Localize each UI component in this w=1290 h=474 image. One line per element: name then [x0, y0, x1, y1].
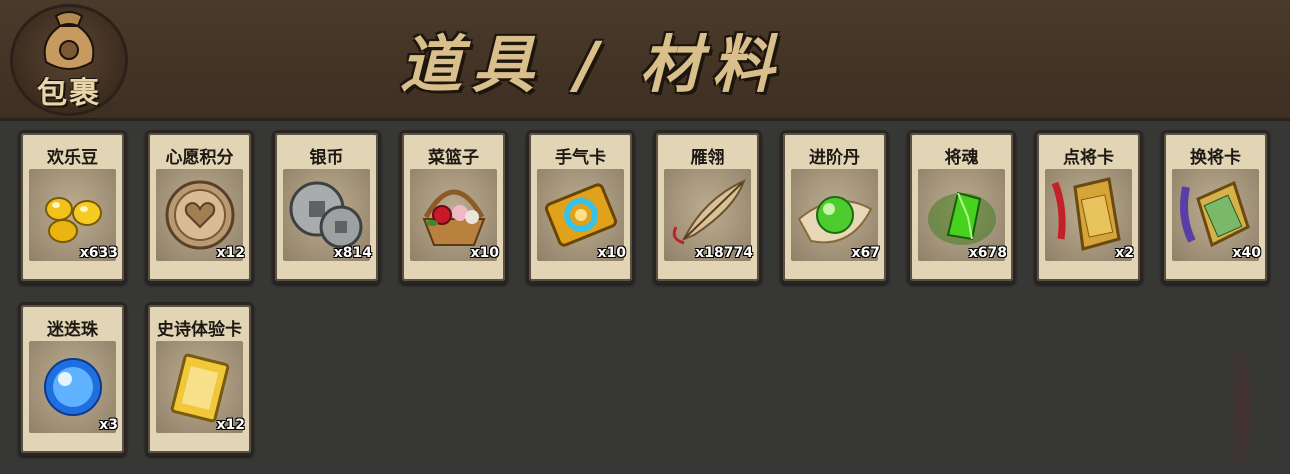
item-slot-cailanzi[interactable]: 菜篮子 x10 — [399, 130, 508, 284]
item-name: 迷迭珠 — [47, 320, 98, 340]
item-name: 心愿积分 — [165, 148, 234, 168]
item-count: x10 — [470, 245, 499, 261]
item-slot-huanjiangka[interactable]: 换将卡 x40 — [1161, 130, 1270, 284]
item-count: x12 — [216, 245, 245, 261]
scrollbar[interactable] — [1234, 352, 1250, 464]
inventory-header: 包裹 道具 / 材料 — [0, 0, 1290, 121]
item-count: x67 — [851, 245, 880, 261]
item-slot-jianghun[interactable]: 将魂 x678 — [907, 130, 1016, 284]
item-name: 银币 — [309, 148, 344, 168]
item-slot-huanledou[interactable]: 欢乐豆 x633 — [18, 130, 127, 284]
bag-emblem[interactable]: 包裹 — [10, 4, 128, 116]
item-name: 进阶丹 — [809, 148, 860, 168]
item-count: x678 — [968, 245, 1007, 261]
item-name: 菜篮子 — [428, 148, 479, 168]
page-title: 道具 / 材料 — [400, 28, 784, 101]
item-count: x2 — [1115, 245, 1134, 261]
item-count: x633 — [79, 245, 118, 261]
bag-label: 包裹 — [37, 76, 101, 111]
item-grid: 欢乐豆 x633 心愿积分 x12 银币 x814 菜篮子 x10 手气卡 x1… — [18, 130, 1270, 456]
item-slot-shouqika[interactable]: 手气卡 x10 — [526, 130, 635, 284]
item-name: 手气卡 — [555, 148, 606, 168]
item-slot-yanling[interactable]: 雁翎 x18774 — [653, 130, 762, 284]
item-count: x10 — [597, 245, 626, 261]
item-name: 雁翎 — [690, 148, 725, 168]
item-count: x814 — [333, 245, 372, 261]
item-slot-midiezhu[interactable]: 迷迭珠 x3 — [18, 302, 127, 456]
item-name: 欢乐豆 — [47, 148, 98, 168]
item-count: x40 — [1232, 245, 1261, 261]
item-slot-dianjiangka[interactable]: 点将卡 x2 — [1034, 130, 1143, 284]
item-count: x3 — [99, 417, 118, 433]
item-slot-xinyuanjifen[interactable]: 心愿积分 x12 — [145, 130, 254, 284]
item-name: 换将卡 — [1190, 148, 1241, 168]
item-count: x18774 — [695, 245, 753, 261]
item-name: 史诗体验卡 — [157, 320, 242, 340]
item-slot-shishitiyanka[interactable]: 史诗体验卡 x12 — [145, 302, 254, 456]
item-name: 点将卡 — [1063, 148, 1114, 168]
item-count: x12 — [216, 417, 245, 433]
item-slot-jinjiedan[interactable]: 进阶丹 x67 — [780, 130, 889, 284]
item-name: 将魂 — [944, 148, 979, 168]
item-slot-yinbi[interactable]: 银币 x814 — [272, 130, 381, 284]
